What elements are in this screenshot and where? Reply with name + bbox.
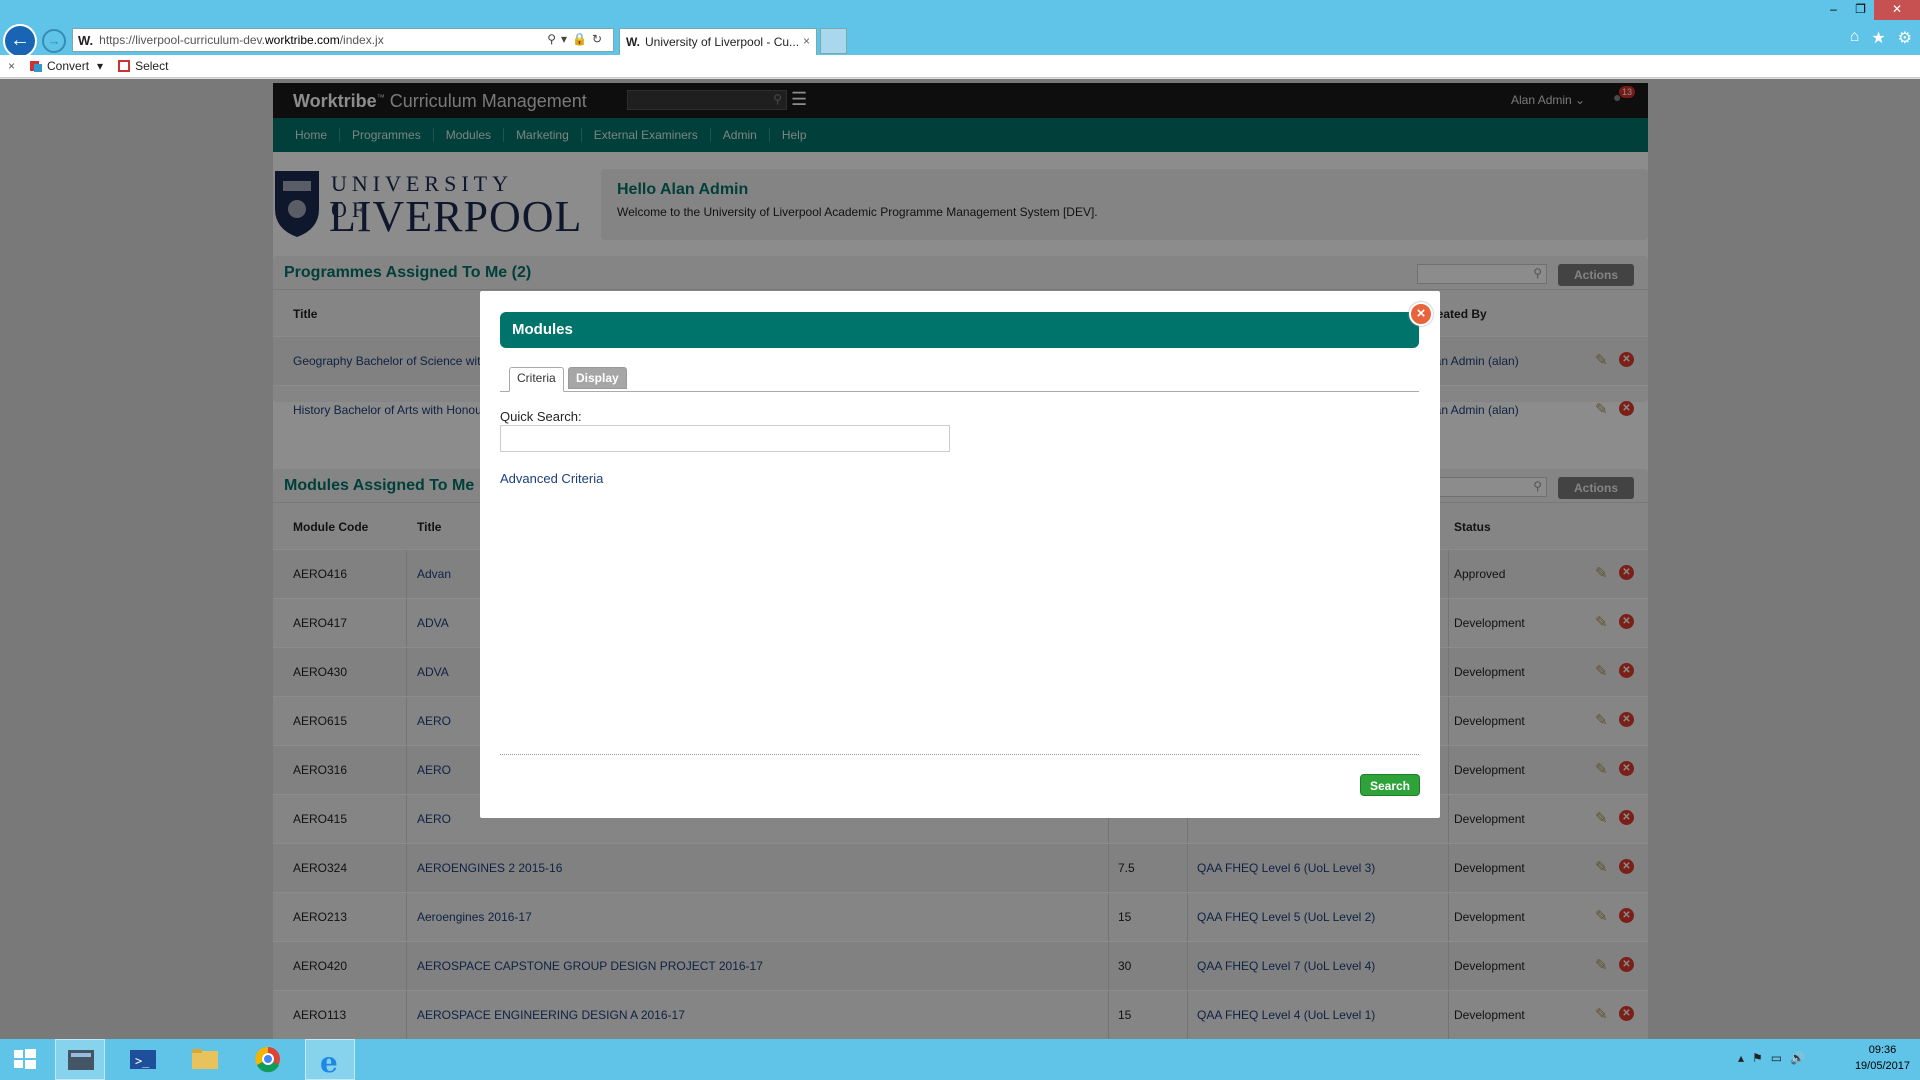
url-host: worktribe.com (265, 33, 340, 47)
settings-gear-icon[interactable]: ⚙ (1898, 28, 1912, 48)
select-icon (118, 60, 131, 72)
browser-titlebar: ← → W. https://liverpool-curriculum-dev.… (0, 0, 1920, 58)
tab-title: University of Liverpool - Cu... (645, 35, 800, 49)
new-tab-button[interactable] (820, 28, 847, 54)
modules-search-modal: Modules × Criteria Display Quick Search:… (480, 291, 1440, 818)
address-bar[interactable]: W. https://liverpool-curriculum-dev. work… (72, 28, 614, 52)
start-button[interactable] (0, 1039, 50, 1080)
system-tray[interactable]: ▴⚑▭🔊 (1738, 1051, 1813, 1065)
window-controls: – ❐ ✕ (1820, 0, 1920, 20)
minimize-icon[interactable]: – (1820, 0, 1847, 20)
modal-divider (500, 754, 1419, 755)
internet-explorer-icon: e (320, 1046, 338, 1079)
favorites-star-icon[interactable]: ★ (1871, 28, 1885, 48)
system-clock[interactable]: 09:36 19/05/2017 (1855, 1042, 1910, 1074)
url-suffix: /index.jx (339, 33, 384, 47)
close-window-icon[interactable]: ✕ (1874, 0, 1920, 20)
address-bar-icons[interactable]: ⚲▾🔒↻ (547, 32, 607, 46)
taskbar-server-manager[interactable] (55, 1039, 105, 1080)
modal-close-icon[interactable]: × (1409, 302, 1433, 326)
browser-tab-active[interactable]: W. University of Liverpool - Cu... × (619, 28, 817, 55)
taskbar-chrome[interactable] (243, 1039, 293, 1080)
taskbar-file-explorer[interactable] (180, 1039, 230, 1080)
server-manager-icon (68, 1050, 94, 1070)
site-favicon-icon: W. (78, 32, 94, 48)
modal-title: Modules (512, 321, 573, 338)
powershell-icon: >_ (130, 1050, 156, 1069)
convert-label: Convert (47, 59, 90, 73)
taskbar-powershell[interactable]: >_ (118, 1039, 168, 1080)
taskbar-internet-explorer[interactable]: e (305, 1039, 355, 1080)
clock-time: 09:36 (1868, 1044, 1897, 1056)
quick-search-label: Quick Search: (500, 409, 582, 424)
clock-date: 19/05/2017 (1854, 1060, 1910, 1072)
convert-icon (30, 61, 43, 72)
cmdbar-close-icon[interactable]: × (8, 59, 15, 73)
tab-criteria[interactable]: Criteria (509, 367, 564, 392)
select-label: Select (135, 59, 169, 73)
modal-tabs: Criteria Display (500, 367, 1419, 392)
url-prefix: https://liverpool-curriculum-dev. (99, 33, 266, 47)
windows-taskbar: >_ e ▴⚑▭🔊 09:36 19/05/2017 (0, 1039, 1920, 1080)
modal-header: Modules (500, 312, 1419, 348)
back-arrow-icon[interactable]: ← (3, 24, 37, 58)
chrome-icon (255, 1046, 280, 1073)
advanced-criteria-link[interactable]: Advanced Criteria (500, 471, 603, 486)
convert-button[interactable]: Convert ▾ (29, 59, 103, 73)
select-button[interactable]: Select (117, 59, 168, 73)
svg-text:>_: >_ (135, 1054, 150, 1068)
tab-close-icon[interactable]: × (803, 34, 810, 48)
quick-search-input[interactable] (500, 425, 950, 452)
folder-icon (192, 1049, 218, 1069)
home-icon[interactable]: ⌂ (1850, 28, 1860, 48)
forward-arrow-icon[interactable]: → (42, 29, 66, 53)
convert-dropdown-icon[interactable]: ▾ (97, 59, 103, 73)
command-bar: × Convert ▾ Select (0, 55, 1920, 78)
tab-favicon-icon: W. (626, 35, 640, 49)
browser-tools: ⌂ ★ ⚙ (1850, 28, 1912, 48)
search-button[interactable]: Search (1360, 774, 1420, 796)
restore-icon[interactable]: ❐ (1847, 0, 1874, 20)
svg-text:e: e (320, 1046, 338, 1079)
tab-display[interactable]: Display (568, 367, 627, 389)
windows-logo-icon (14, 1049, 36, 1069)
